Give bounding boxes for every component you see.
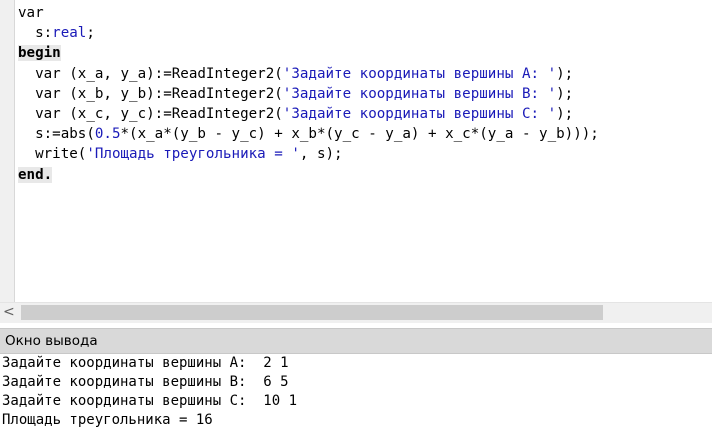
code-token: , s);	[299, 146, 343, 163]
code-line[interactable]: write('Площадь треугольника = ', s);	[18, 144, 599, 164]
code-token: var (x_c, y_c):=ReadInteger2(	[18, 105, 283, 122]
code-token: );	[556, 65, 574, 82]
output-line: Задайте координаты вершины B: 6 5	[2, 374, 289, 390]
code-number: 0.5	[94, 126, 121, 143]
code-line[interactable]: var	[18, 3, 599, 23]
code-string: 'Площадь треугольника = '	[86, 146, 300, 163]
code-string: 'Задайте координаты вершины C: '	[282, 105, 557, 122]
output-line: Площадь треугольника = 16	[2, 412, 213, 428]
code-token: real	[52, 25, 87, 42]
code-line[interactable]: s:real;	[18, 23, 599, 43]
code-token: begin	[18, 45, 61, 62]
scrollbar-thumb[interactable]	[21, 305, 603, 320]
code-token: s:	[18, 25, 53, 42]
code-area[interactable]: var s:real; begin var (x_a, y_a):=ReadIn…	[18, 3, 599, 185]
code-token: *(x_a*(y_b - y_c) + x_b*(y_c - y_a) + x_…	[120, 126, 599, 143]
output-line: Задайте координаты вершины A: 2 1	[2, 355, 289, 371]
scroll-left-icon[interactable]: <	[3, 304, 15, 320]
editor-gutter	[0, 0, 15, 302]
code-token: );	[556, 105, 574, 122]
code-token: ;	[86, 25, 95, 42]
code-line[interactable]: var (x_b, y_b):=ReadInteger2('Задайте ко…	[18, 84, 599, 104]
output-panel[interactable]: Задайте координаты вершины A: 2 1 Задайт…	[0, 354, 712, 447]
code-token: s:=abs(	[18, 126, 95, 143]
code-line[interactable]: s:=abs(0.5*(x_a*(y_b - y_c) + x_b*(y_c -…	[18, 124, 599, 144]
code-line[interactable]: var (x_a, y_a):=ReadInteger2('Задайте ко…	[18, 64, 599, 84]
horizontal-scrollbar[interactable]: <	[0, 302, 712, 323]
code-token: var (x_b, y_b):=ReadInteger2(	[18, 85, 283, 102]
output-line: Задайте координаты вершины C: 10 1	[2, 393, 298, 409]
output-panel-title: Окно вывода	[0, 328, 712, 354]
code-token: var	[18, 5, 44, 21]
code-string: 'Задайте координаты вершины A: '	[282, 65, 557, 82]
code-token: write(	[18, 146, 87, 163]
code-line[interactable]: var (x_c, y_c):=ReadInteger2('Задайте ко…	[18, 104, 599, 124]
code-line[interactable]: end.	[18, 165, 599, 185]
code-line[interactable]: begin	[18, 43, 599, 63]
code-token: end.	[18, 166, 53, 183]
code-string: 'Задайте координаты вершины B: '	[282, 85, 557, 102]
code-token: );	[556, 85, 574, 102]
code-editor[interactable]: var s:real; begin var (x_a, y_a):=ReadIn…	[0, 0, 712, 302]
code-token: var (x_a, y_a):=ReadInteger2(	[18, 65, 283, 82]
